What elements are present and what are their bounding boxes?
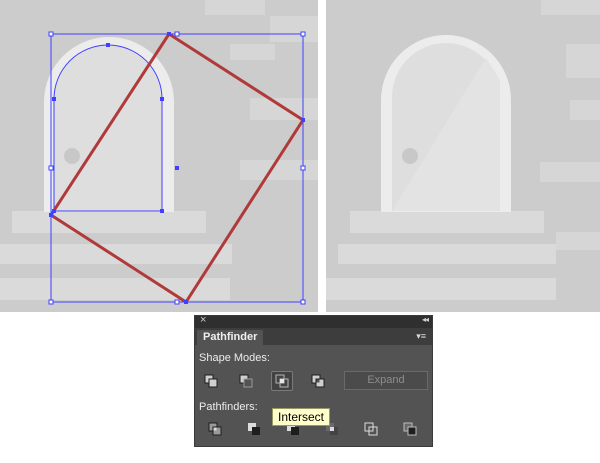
intersect-icon: [275, 374, 289, 388]
exclude-icon: [311, 374, 325, 388]
minus-front-icon: [239, 374, 253, 388]
pathfinders-label: Pathfinders:: [199, 401, 258, 413]
tab-pathfinder[interactable]: Pathfinder: [197, 330, 264, 345]
outline-icon: [364, 422, 378, 436]
panel-title-bar: × ◂◂: [195, 314, 432, 328]
panel-menu-icon[interactable]: ▾≡: [416, 331, 426, 342]
pathfinder-panel: × ◂◂ Pathfinder ▾≡ Shape Modes: Expand P…: [194, 314, 433, 447]
close-icon[interactable]: ×: [200, 314, 206, 326]
artboard-before-art: [0, 0, 318, 305]
brick: [240, 160, 318, 180]
unite-icon: [204, 374, 218, 388]
minus-front-button[interactable]: [235, 371, 257, 391]
intersect-tooltip: Intersect: [272, 408, 331, 426]
brick: [540, 162, 600, 182]
trim-button[interactable]: [243, 419, 265, 439]
step-middle: [338, 244, 556, 264]
trim-icon: [248, 423, 260, 435]
step-middle: [0, 244, 232, 264]
door-knob: [402, 148, 418, 164]
unite-button[interactable]: [200, 371, 222, 391]
door-knob: [64, 148, 80, 164]
outline-button[interactable]: [360, 419, 382, 439]
artboard-before[interactable]: [0, 0, 318, 312]
brick: [270, 16, 318, 42]
brick: [566, 44, 600, 78]
brick: [570, 100, 600, 120]
step-bottom: [326, 278, 556, 300]
exclude-button[interactable]: [307, 371, 329, 391]
shape-modes-label: Shape Modes:: [199, 352, 270, 364]
minus-back-button[interactable]: [399, 419, 421, 439]
artboard-after[interactable]: [326, 0, 600, 312]
artboard-after-art: [326, 0, 600, 300]
panel-tab-bar: Pathfinder ▾≡: [195, 328, 432, 345]
brick: [230, 44, 275, 60]
divide-icon: [208, 422, 222, 436]
expand-button[interactable]: Expand: [344, 371, 428, 390]
minus-back-icon: [403, 422, 417, 436]
brick: [205, 0, 265, 15]
divide-button[interactable]: [204, 419, 226, 439]
brick: [541, 0, 600, 15]
brick: [556, 232, 600, 250]
collapse-icon[interactable]: ◂◂: [422, 315, 429, 324]
step-top: [350, 211, 544, 233]
step-top: [12, 211, 206, 233]
intersect-button[interactable]: [271, 371, 293, 391]
